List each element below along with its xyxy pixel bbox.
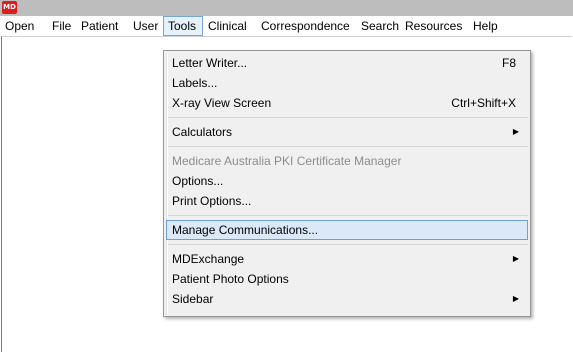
menu-item-pki-certificate-manager: Medicare Australia PKI Certificate Manag… (166, 151, 528, 171)
menu-separator (168, 244, 528, 245)
menu-item-label: Medicare Australia PKI Certificate Manag… (172, 154, 402, 168)
menu-item-calculators[interactable]: Calculators ▶ (166, 122, 528, 142)
menu-item-label: Patient Photo Options (172, 272, 289, 286)
menu-clinical[interactable]: Clinical (203, 16, 247, 36)
menu-item-label: X-ray View Screen (172, 96, 272, 110)
menu-item-label: Letter Writer... (172, 56, 248, 70)
menu-help[interactable]: Help (468, 16, 498, 36)
title-bar: MD (0, 0, 573, 16)
submenu-arrow-icon: ▶ (512, 254, 519, 263)
menu-search[interactable]: Search (356, 16, 399, 36)
menu-item-label: Manage Communications... (172, 223, 319, 237)
menu-patient[interactable]: Patient (76, 16, 118, 36)
submenu-arrow-icon: ▶ (512, 294, 519, 303)
menu-item-manage-communications[interactable]: Manage Communications... (166, 220, 528, 240)
submenu-arrow-icon: ▶ (512, 127, 519, 136)
menu-separator (168, 215, 528, 216)
menu-resources[interactable]: Resources (400, 16, 462, 36)
menu-bar: Open File Patient User Tools Clinical Co… (0, 16, 573, 36)
tools-dropdown-menu: Letter Writer... F8 Labels... X-ray View… (163, 50, 531, 317)
menu-item-letter-writer[interactable]: Letter Writer... F8 (166, 53, 528, 73)
menu-item-label: Calculators (172, 125, 233, 139)
menu-correspondence[interactable]: Correspondence (256, 16, 350, 36)
menu-item-label: Labels... (172, 76, 218, 90)
menu-item-mdexchange[interactable]: MDExchange ▶ (166, 249, 528, 269)
menu-item-patient-photo-options[interactable]: Patient Photo Options (166, 269, 528, 289)
menu-item-label: Print Options... (172, 194, 252, 208)
menu-file[interactable]: File (47, 16, 71, 36)
menu-separator (168, 146, 528, 147)
menu-item-print-options[interactable]: Print Options... (166, 191, 528, 211)
menu-item-xray-view-screen[interactable]: X-ray View Screen Ctrl+Shift+X (166, 93, 528, 113)
menu-item-sidebar[interactable]: Sidebar ▶ (166, 289, 528, 309)
shortcut-label: Ctrl+Shift+X (451, 96, 516, 110)
menu-item-label: Sidebar (172, 292, 214, 306)
shortcut-label: F8 (501, 56, 516, 70)
menu-item-options[interactable]: Options... (166, 171, 528, 191)
menu-open[interactable]: Open (0, 16, 34, 36)
menu-user[interactable]: User (128, 16, 158, 36)
menu-separator (168, 117, 528, 118)
app-logo-icon[interactable]: MD (2, 1, 17, 14)
menu-item-labels[interactable]: Labels... (166, 73, 528, 93)
menu-item-label: MDExchange (172, 252, 245, 266)
menu-item-label: Options... (172, 174, 224, 188)
menu-tools[interactable]: Tools (163, 16, 203, 36)
